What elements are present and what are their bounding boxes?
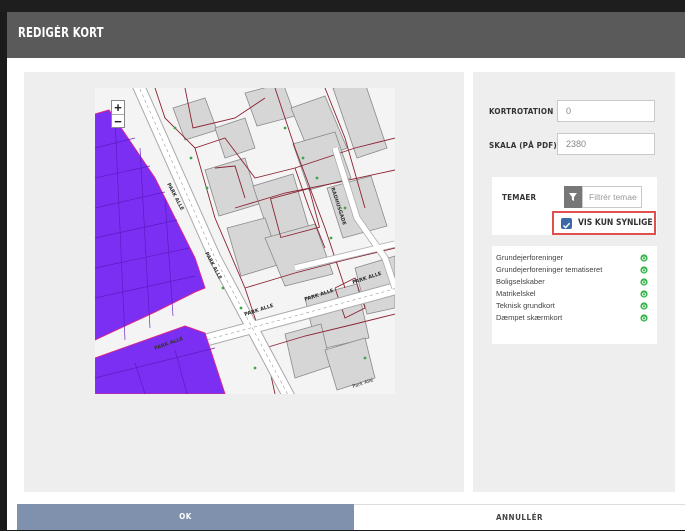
dialog-title: REDIGÉR KORT xyxy=(18,26,104,41)
edit-map-dialog: REDIGÉR KORT PARK ALLE PARK ALLE PARK AL… xyxy=(7,12,685,530)
dialog-titlebar: REDIGÉR KORT xyxy=(7,12,685,58)
kortrotation-input[interactable]: 0 xyxy=(557,100,655,122)
layer-name: Teknisk grundkort xyxy=(496,301,555,310)
power-icon[interactable] xyxy=(640,314,648,322)
power-icon[interactable] xyxy=(640,290,648,298)
kortrotation-label: KORTROTATION xyxy=(489,107,554,116)
map-preview[interactable]: PARK ALLE PARK ALLE PARK ALLE PARK ALLE … xyxy=(95,88,395,394)
map-preview-panel: PARK ALLE PARK ALLE PARK ALLE PARK ALLE … xyxy=(24,72,464,492)
filter-button[interactable] xyxy=(564,186,582,208)
power-icon[interactable] xyxy=(640,278,648,286)
zoom-control: + − xyxy=(111,100,125,128)
layer-name: Boligselskaber xyxy=(496,277,545,286)
cancel-button[interactable]: ANNULLÉR xyxy=(354,504,685,530)
skala-input[interactable]: 2380 xyxy=(557,133,655,155)
ok-button[interactable]: OK xyxy=(17,504,354,530)
settings-panel: KORTROTATION 0 SKALA (PÅ PDF) 2380 TEMAE… xyxy=(473,72,675,492)
layer-name: Dæmpet skærmkort xyxy=(496,313,563,322)
layer-name: Grundejerforeninger tematiseret xyxy=(496,265,603,274)
layer-name: Grundejerforeninger xyxy=(496,253,564,262)
checkmark-icon xyxy=(562,222,571,229)
vis-kun-synlige-toggle[interactable]: VIS KUN SYNLIGE xyxy=(552,211,656,235)
vis-kun-synlige-checkbox[interactable] xyxy=(561,218,572,229)
filter-icon xyxy=(569,193,577,201)
temaer-label: TEMAER xyxy=(502,193,537,202)
power-icon[interactable] xyxy=(640,266,648,274)
vis-kun-synlige-label: VIS KUN SYNLIGE xyxy=(578,218,653,228)
layer-name: Matrikelskel xyxy=(496,289,536,298)
power-icon[interactable] xyxy=(640,254,648,262)
background-app-bar xyxy=(0,0,685,12)
power-icon[interactable] xyxy=(640,302,648,310)
skala-label: SKALA (PÅ PDF) xyxy=(489,141,557,150)
zoom-in-button[interactable]: + xyxy=(112,101,124,115)
theme-filter-input[interactable]: Filtrér temae xyxy=(582,186,642,208)
dialog-footer: OK ANNULLÉR xyxy=(7,504,685,530)
layer-list: Grundejerforeninger Grundejerforeninger … xyxy=(492,246,657,344)
map-canvas[interactable]: PARK ALLE PARK ALLE PARK ALLE PARK ALLE … xyxy=(95,88,395,394)
zoom-out-button[interactable]: − xyxy=(112,115,124,128)
